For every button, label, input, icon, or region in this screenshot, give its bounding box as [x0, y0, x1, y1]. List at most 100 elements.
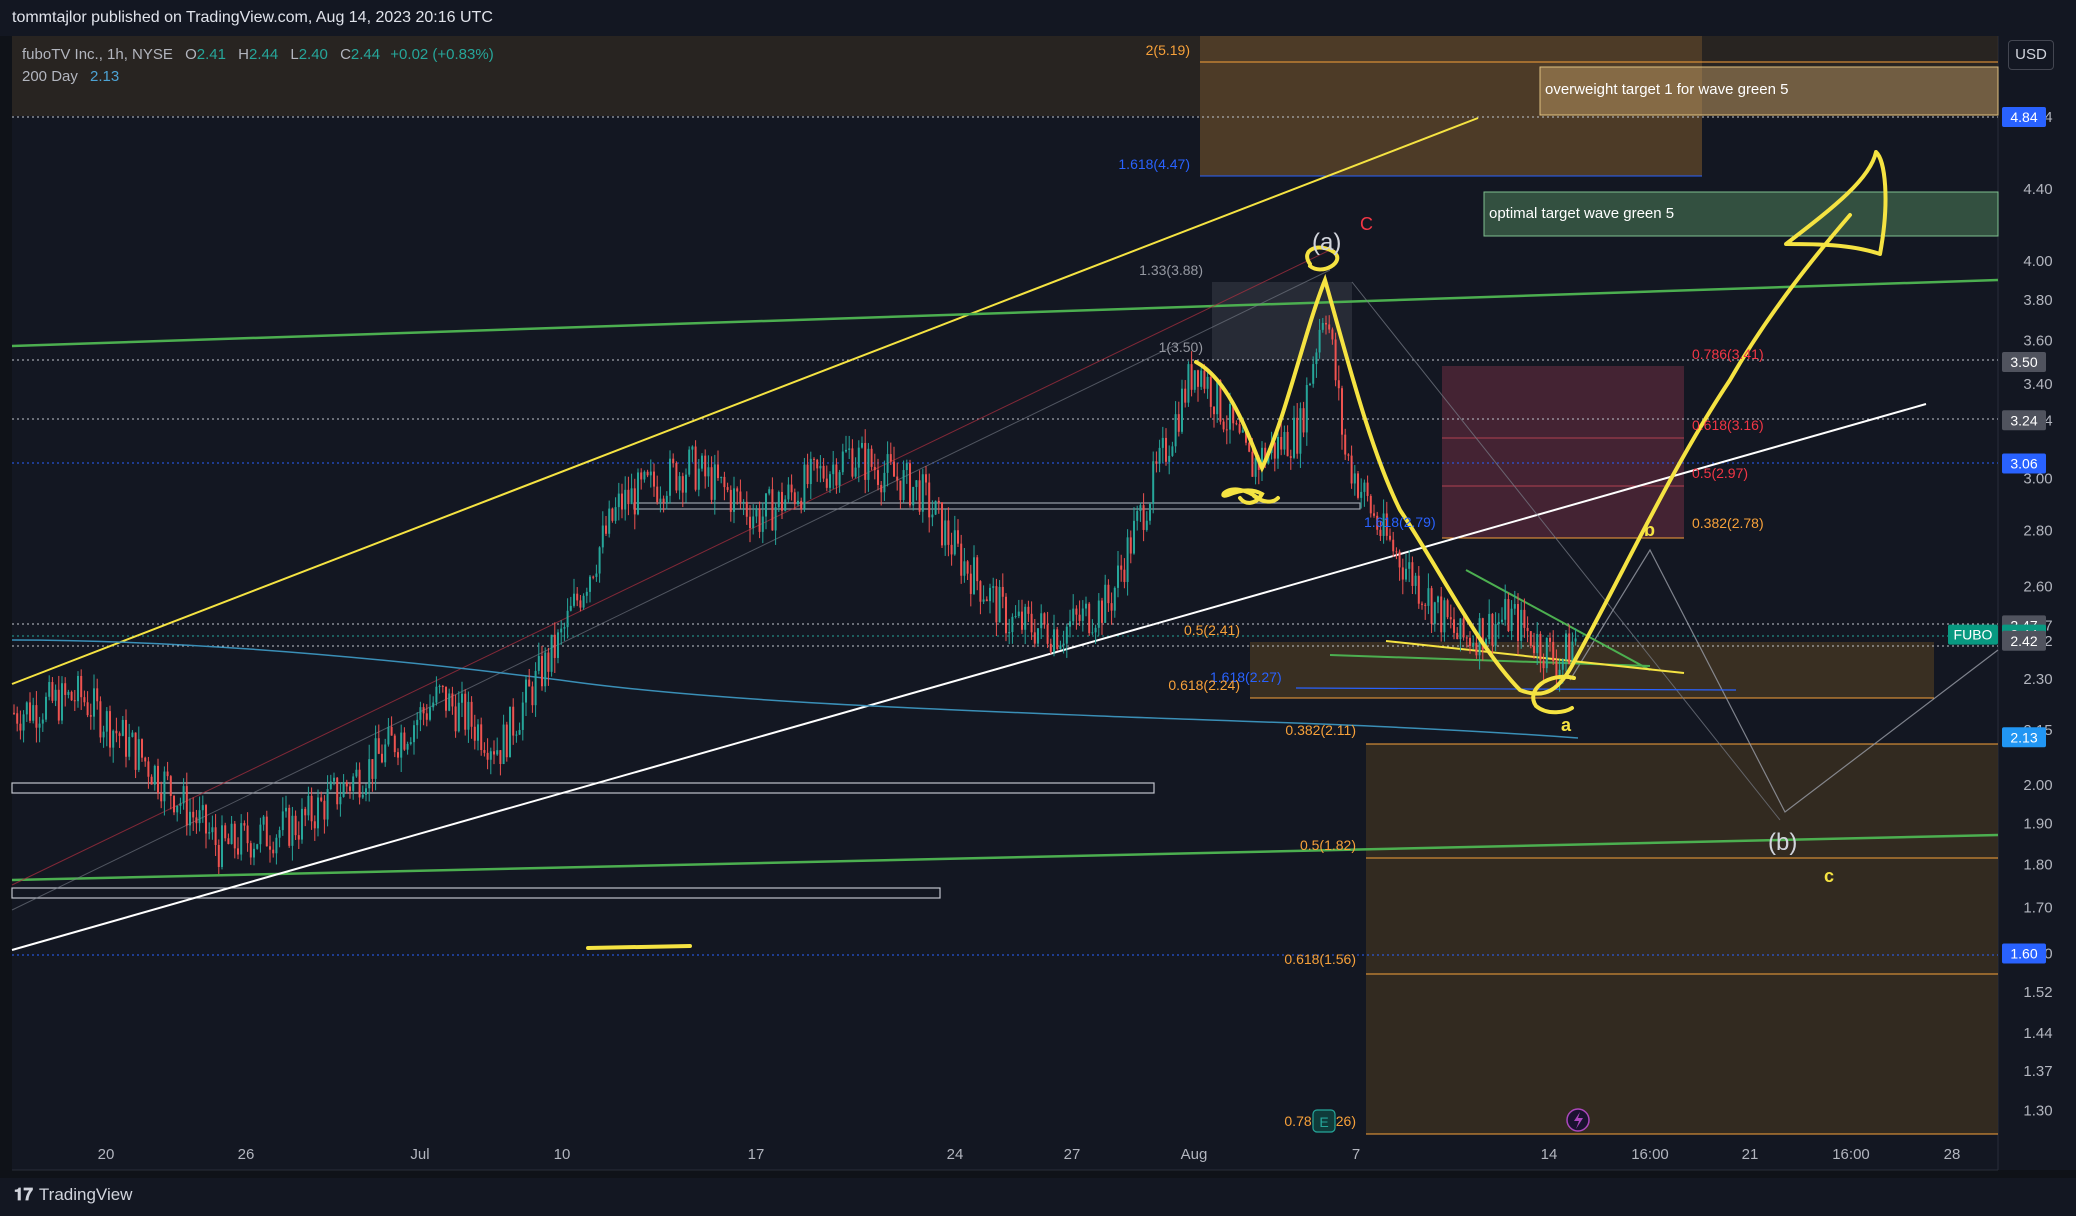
candle-body-227 [739, 491, 742, 503]
candle-body-484 [1561, 659, 1564, 670]
candle-body-448 [1446, 600, 1449, 618]
price-tag-label-6: 2.42 [2010, 633, 2037, 649]
tradingview-brand[interactable]: 𝟏𝟕 TradingView [14, 1185, 132, 1205]
candle-body-482 [1555, 661, 1558, 677]
candle-body-316 [1024, 606, 1027, 630]
candle-body-324 [1049, 643, 1052, 652]
candle-body-248 [806, 464, 809, 485]
symbol-name[interactable]: fuboTV Inc., 1h, NYSE [22, 46, 173, 63]
high-label: H [238, 46, 249, 63]
candle-body-27 [99, 701, 102, 738]
candle-body-479 [1545, 637, 1548, 669]
candle-body-41 [144, 757, 147, 762]
candle-body-169 [553, 634, 556, 658]
candle-body-40 [141, 739, 143, 758]
time-tick-6: 27 [1064, 1146, 1081, 1163]
candle-body-91 [304, 808, 307, 816]
candle-body-402 [1299, 408, 1302, 454]
candle-body-230 [749, 516, 751, 529]
publish-info: tommtajlor published on TradingView.com,… [12, 9, 493, 26]
candle-body-146 [480, 724, 483, 751]
candle-body-207 [675, 463, 678, 491]
currency-button[interactable]: USD [2008, 40, 2054, 70]
time-tick-12: 16:00 [1832, 1146, 1870, 1163]
candle-body-368 [1190, 364, 1193, 390]
candle-body-69 [233, 823, 236, 849]
candle-body-143 [470, 701, 473, 727]
time-tick-4: 17 [748, 1146, 765, 1163]
candle-body-162 [531, 686, 534, 706]
candle-body-163 [534, 670, 537, 706]
candle-body-142 [467, 701, 470, 730]
price-tick-10: 2.30 [2023, 671, 2052, 688]
candle-body-151 [496, 750, 499, 755]
candle-body-72 [243, 823, 246, 826]
candle-body-272 [883, 472, 886, 493]
candle-body-80 [269, 846, 271, 850]
candle-body-78 [262, 816, 265, 825]
candle-body-45 [157, 765, 159, 794]
candle-body-335 [1085, 603, 1087, 609]
candle-body-160 [525, 679, 527, 703]
candle-body-135 [445, 686, 447, 711]
candle-body-396 [1280, 436, 1283, 450]
candle-body-297 [963, 561, 966, 576]
time-tick-11: 21 [1742, 1146, 1759, 1163]
candle-body-370 [1197, 370, 1199, 387]
candle-body-84 [281, 811, 284, 831]
ma-label[interactable]: 200 Day [22, 68, 78, 85]
candle-body-81 [272, 849, 275, 854]
candle-body-247 [803, 464, 806, 510]
candle-body-226 [736, 488, 739, 492]
candle-body-310 [1005, 596, 1007, 634]
candle-body-85 [285, 807, 287, 812]
candle-body-92 [307, 795, 310, 816]
candle-body-186 [608, 508, 611, 534]
candle-body-202 [659, 498, 662, 503]
candle-body-449 [1449, 617, 1452, 620]
publish-header: tommtajlor published on TradingView.com,… [0, 0, 2076, 36]
candle-body-13 [54, 689, 57, 701]
time-tick-0: 20 [98, 1146, 115, 1163]
candle-body-306 [992, 586, 995, 588]
candle-body-271 [880, 484, 883, 493]
candle-body-453 [1462, 618, 1465, 638]
candle-body-345 [1117, 565, 1119, 588]
candle-body-155 [509, 706, 511, 758]
candle-body-293 [950, 544, 953, 555]
candle-body-303 [982, 599, 985, 602]
candle-body-387 [1251, 451, 1254, 477]
candle-body-245 [797, 500, 799, 505]
candle-body-4 [25, 702, 28, 715]
candle-body-5 [29, 702, 31, 721]
candle-body-10 [45, 696, 47, 720]
candle-body-333 [1078, 614, 1081, 621]
candle-body-413 [1334, 339, 1337, 381]
candle-body-290 [941, 502, 943, 546]
candle-body-126 [416, 719, 419, 726]
candle-body-374 [1209, 376, 1212, 407]
candle-body-417 [1347, 454, 1350, 456]
candle-body-60 [205, 805, 207, 834]
time-tick-3: 10 [554, 1146, 571, 1163]
candle-body-456 [1472, 642, 1475, 647]
candle-body-15 [61, 683, 63, 721]
candle-body-412 [1331, 329, 1334, 340]
candle-body-11 [48, 682, 51, 697]
candle-body-29 [105, 711, 108, 732]
candle-body-463 [1494, 624, 1497, 646]
price-tick-21: 4.40 [2023, 181, 2052, 198]
candle-body-252 [819, 465, 822, 469]
candle-body-111 [368, 759, 371, 789]
candle-body-314 [1017, 611, 1020, 617]
candle-body-372 [1203, 370, 1206, 389]
candle-body-134 [441, 685, 444, 687]
chart-canvas[interactable]: overweight target 1 for wave green 5 opt… [0, 0, 2076, 1216]
candle-body-354 [1145, 520, 1148, 530]
candle-body-284 [921, 474, 924, 512]
candle-body-384 [1241, 430, 1244, 433]
candle-body-150 [493, 751, 495, 755]
candle-body-1 [16, 713, 19, 724]
candle-body-96 [320, 797, 323, 801]
candle-body-198 [646, 471, 649, 476]
